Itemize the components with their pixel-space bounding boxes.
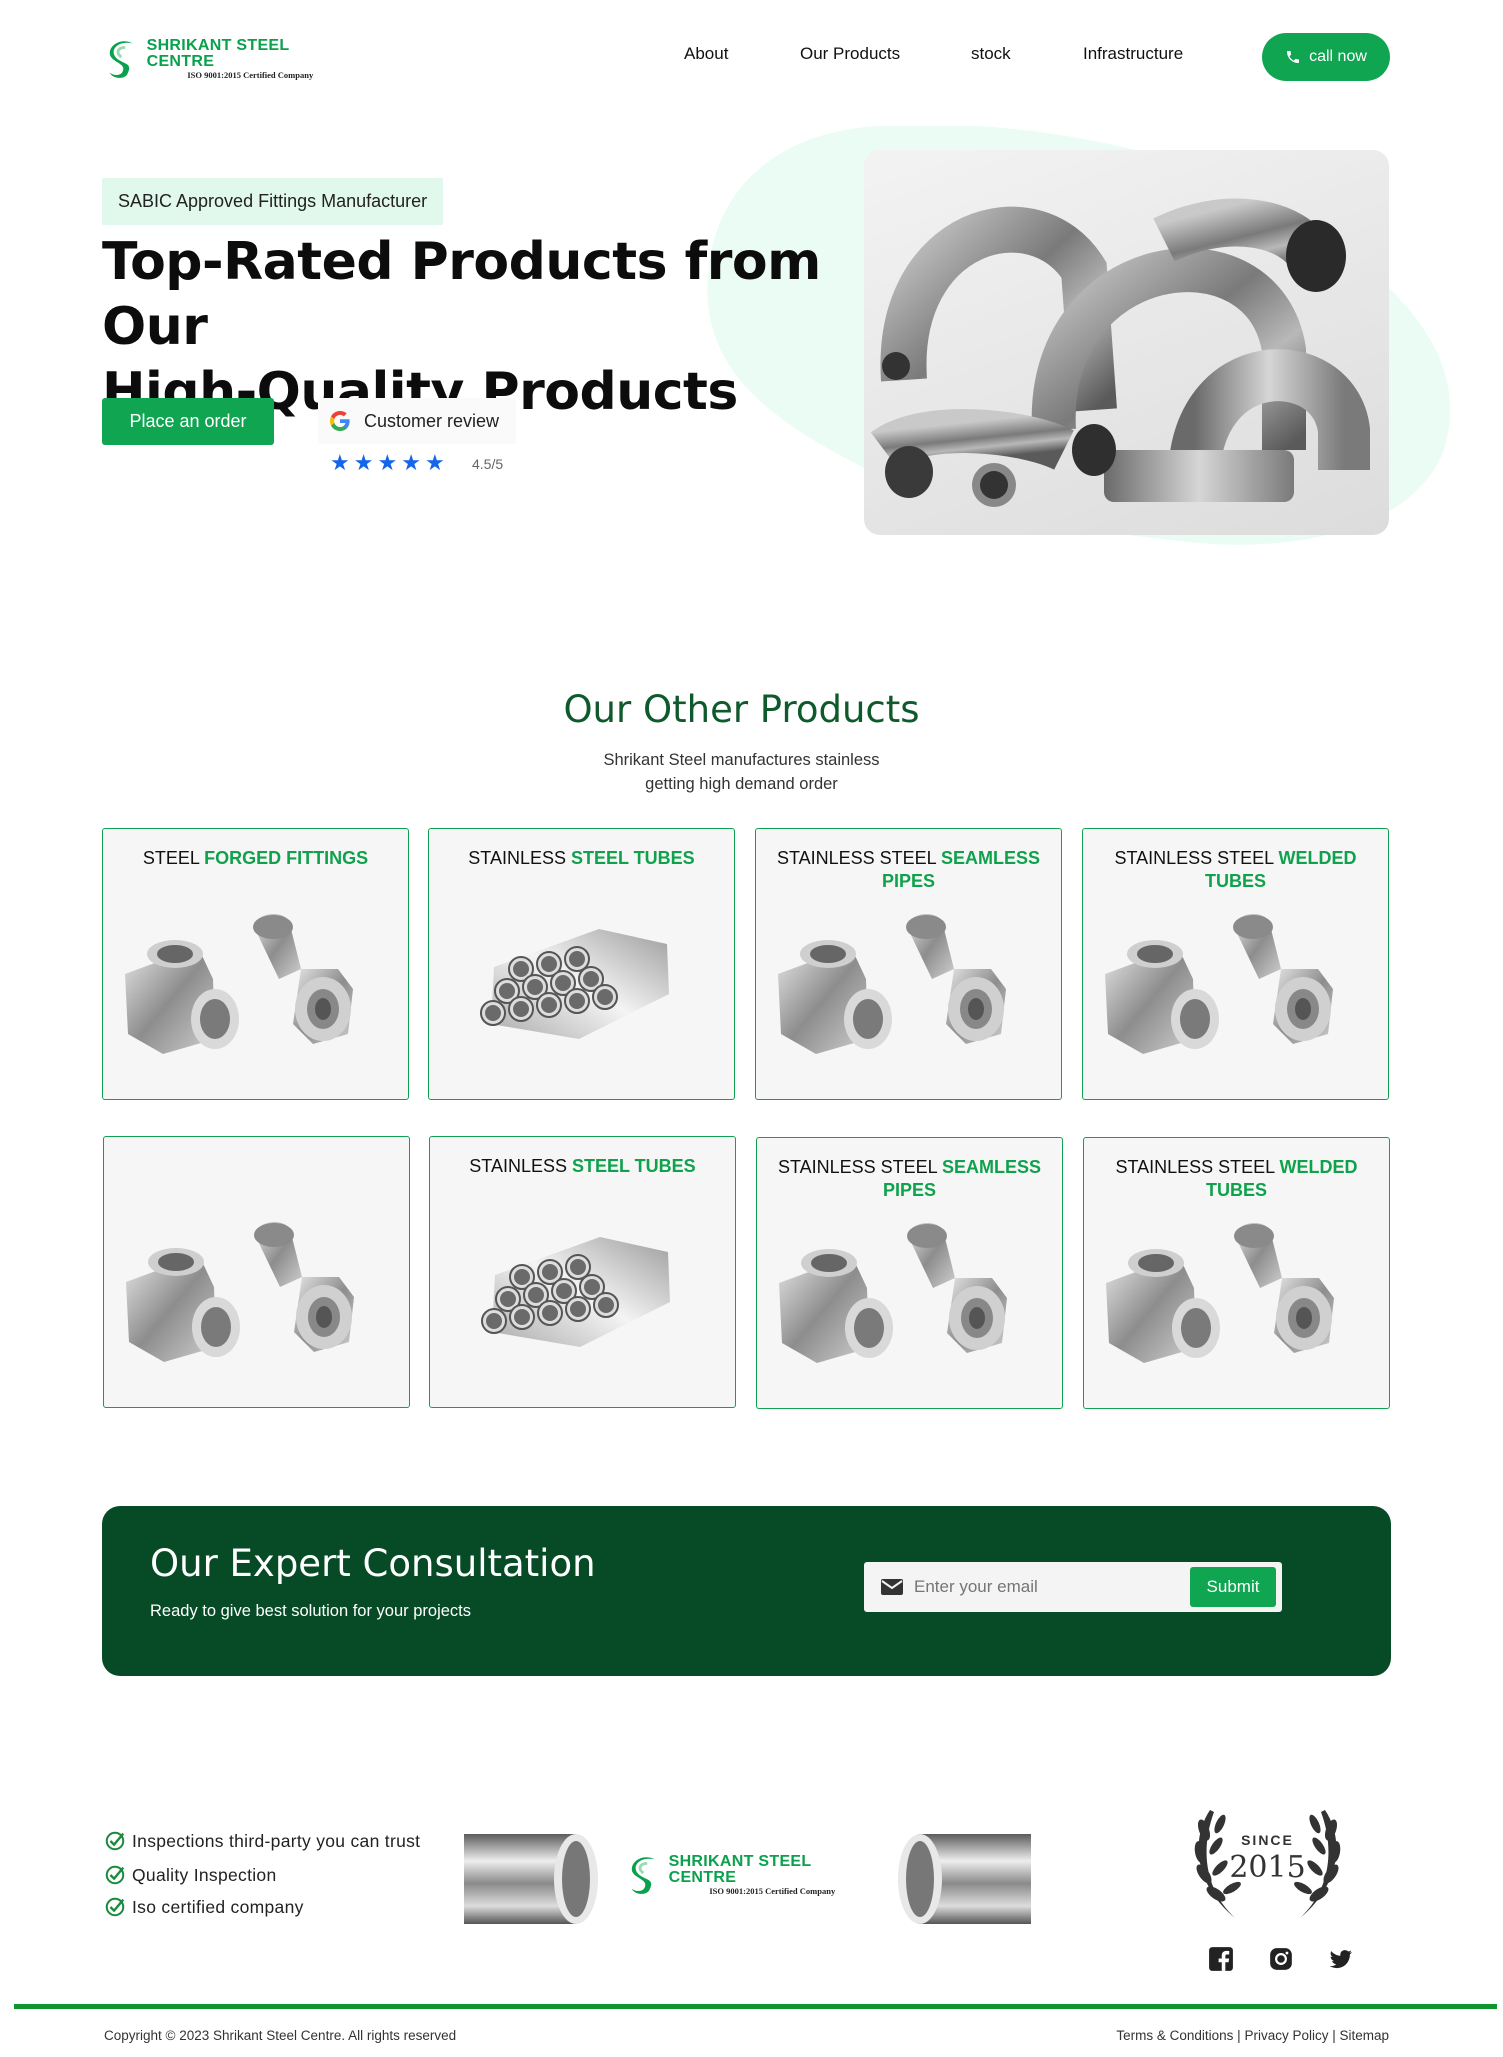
phone-icon [1287, 51, 1300, 63]
check-circle-icon [105, 1831, 125, 1851]
rating-text: 4.5/5 [472, 456, 504, 472]
pipe-image-right [898, 1834, 1031, 1924]
product-card[interactable]: STAINLESS STEEL SEAMLESS PIPES [756, 1137, 1063, 1409]
subtitle-line1: Shrikant Steel manufactures stainless [603, 751, 880, 769]
steel-fittings-image [126, 1222, 354, 1362]
product-card-title-plain: STAINLESS STEEL [1115, 1157, 1280, 1177]
product-card-title: STAINLESS STEEL WELDED TUBES [1093, 847, 1378, 893]
hero-title-line1: Top-Rated Products from Our [102, 232, 821, 357]
nav-item-stock[interactable]: stock [971, 44, 1011, 64]
product-card-title: STAINLESS STEEL TUBES [440, 1155, 725, 1178]
footer-links[interactable]: Terms & Conditions | Privacy Policy | Si… [1116, 2028, 1389, 2043]
star-icon: ★ [330, 450, 350, 475]
feature-label: Iso certified company [132, 1896, 304, 1917]
nav-item-infrastructure[interactable]: Infrastructure [1083, 44, 1183, 64]
other-products-subtitle: Shrikant Steel manufactures stainless ge… [0, 748, 1483, 796]
star-icon: ★ [353, 450, 374, 475]
product-card-title-plain: STEEL [142, 848, 205, 868]
logo-mark-icon [631, 1857, 655, 1894]
twitter-icon[interactable] [1328, 1946, 1354, 1972]
product-card-title-highlight: STEEL TUBES [572, 1156, 696, 1176]
feature-item: Iso certified company [104, 1896, 304, 1918]
call-now-button[interactable]: call now [1262, 33, 1390, 81]
customer-review-box[interactable]: Customer review [318, 398, 516, 444]
brand-name: SHRIKANT STEEL CENTRE [668, 1853, 812, 1886]
product-card[interactable] [103, 1136, 410, 1408]
product-card-title: STAINLESS STEEL TUBES [439, 847, 724, 870]
star-icon: ★ [401, 450, 421, 475]
since-year: 2015 [1229, 1850, 1306, 1885]
pipe-image-left [464, 1834, 598, 1924]
mail-icon [881, 1579, 903, 1595]
brand-tagline: ISO 9001:2015 Certified Company [187, 70, 314, 80]
product-card[interactable]: STAINLESS STEEL TUBES [428, 828, 735, 1100]
product-card[interactable]: STEEL FORGED FITTINGS [102, 828, 409, 1100]
feature-item: Inspections third-party you can trust [104, 1830, 420, 1852]
product-card[interactable]: STAINLESS STEEL WELDED TUBES [1082, 828, 1389, 1100]
instagram-icon[interactable] [1268, 1946, 1294, 1972]
product-card[interactable]: STAINLESS STEEL WELDED TUBES [1083, 1137, 1390, 1409]
consultation-subtitle: Ready to give best solution for your pro… [150, 1602, 472, 1620]
submit-button[interactable]: Submit [1190, 1567, 1276, 1607]
since-badge: SINCE 2015 [1180, 1790, 1355, 1930]
brand-tagline: ISO 9001:2015 Certified Company [709, 1886, 836, 1896]
rating-stars: ★ ★ ★ ★ ★ [330, 452, 445, 474]
other-products-title: Our Other Products [563, 688, 920, 731]
approval-badge: SABIC Approved Fittings Manufacturer [102, 178, 444, 225]
product-card-title: STAINLESS STEEL SEAMLESS PIPES [767, 1156, 1052, 1202]
product-card-title: STEEL FORGED FITTINGS [113, 847, 398, 870]
check-circle-icon [105, 1897, 125, 1917]
footer-brand-logo[interactable]: SHRIKANT STEEL CENTRE ISO 9001:2015 Cert… [626, 1852, 876, 1898]
hero-title: Top-Rated Products from Our High-Quality… [102, 230, 862, 425]
feature-label: Inspections third-party you can trust [132, 1830, 421, 1851]
brand-name: SHRIKANT STEEL CENTRE [146, 37, 290, 70]
product-card[interactable]: STAINLESS STEEL SEAMLESS PIPES [755, 828, 1062, 1100]
product-card-title-plain: STAINLESS [469, 1156, 572, 1176]
product-card-title: STAINLESS STEEL WELDED TUBES [1094, 1156, 1379, 1202]
email-input[interactable] [914, 1577, 1184, 1597]
email-subscribe-form: Submit [864, 1562, 1282, 1612]
star-icon: ★ [377, 450, 398, 475]
nav-item-about[interactable]: About [684, 44, 728, 64]
feature-label: Quality Inspection [132, 1864, 277, 1885]
hero-pipe-bends-image [864, 150, 1389, 535]
google-icon [330, 411, 350, 431]
since-label: SINCE [1241, 1832, 1294, 1848]
footer-divider [14, 2004, 1497, 2009]
feature-item: Quality Inspection [104, 1864, 277, 1886]
brand-logo[interactable]: SHRIKANT STEEL CENTRE ISO 9001:2015 Cert… [104, 36, 354, 82]
customer-review-label: Customer review [364, 410, 500, 431]
logo-mark-icon [109, 41, 133, 78]
star-icon: ★ [424, 450, 445, 475]
nav-item-our-products[interactable]: Our Products [800, 44, 900, 64]
facebook-icon[interactable] [1208, 1946, 1234, 1972]
place-order-button[interactable]: Place an order [102, 398, 274, 445]
product-card-title: STAINLESS STEEL SEAMLESS PIPES [766, 847, 1051, 893]
product-card[interactable]: STAINLESS STEEL TUBES [429, 1136, 736, 1408]
product-card-title-highlight: STEEL TUBES [571, 848, 695, 868]
copyright-text: Copyright © 2023 Shrikant Steel Centre. … [104, 2028, 457, 2043]
call-now-label: call now [1309, 48, 1367, 65]
product-card-title-plain: STAINLESS STEEL [777, 1157, 943, 1177]
consultation-banner: Our Expert Consultation Ready to give be… [102, 1506, 1391, 1676]
product-card-title-plain: STAINLESS [468, 848, 571, 868]
check-circle-icon [105, 1865, 125, 1885]
product-card-title-plain: STAINLESS STEEL [1114, 848, 1279, 868]
consultation-title: Our Expert Consultation [150, 1542, 596, 1585]
product-card-title-highlight: FORGED FITTINGS [204, 848, 369, 868]
subtitle-line2: getting high demand order [645, 775, 838, 793]
product-card-title-plain: STAINLESS STEEL [776, 848, 942, 868]
